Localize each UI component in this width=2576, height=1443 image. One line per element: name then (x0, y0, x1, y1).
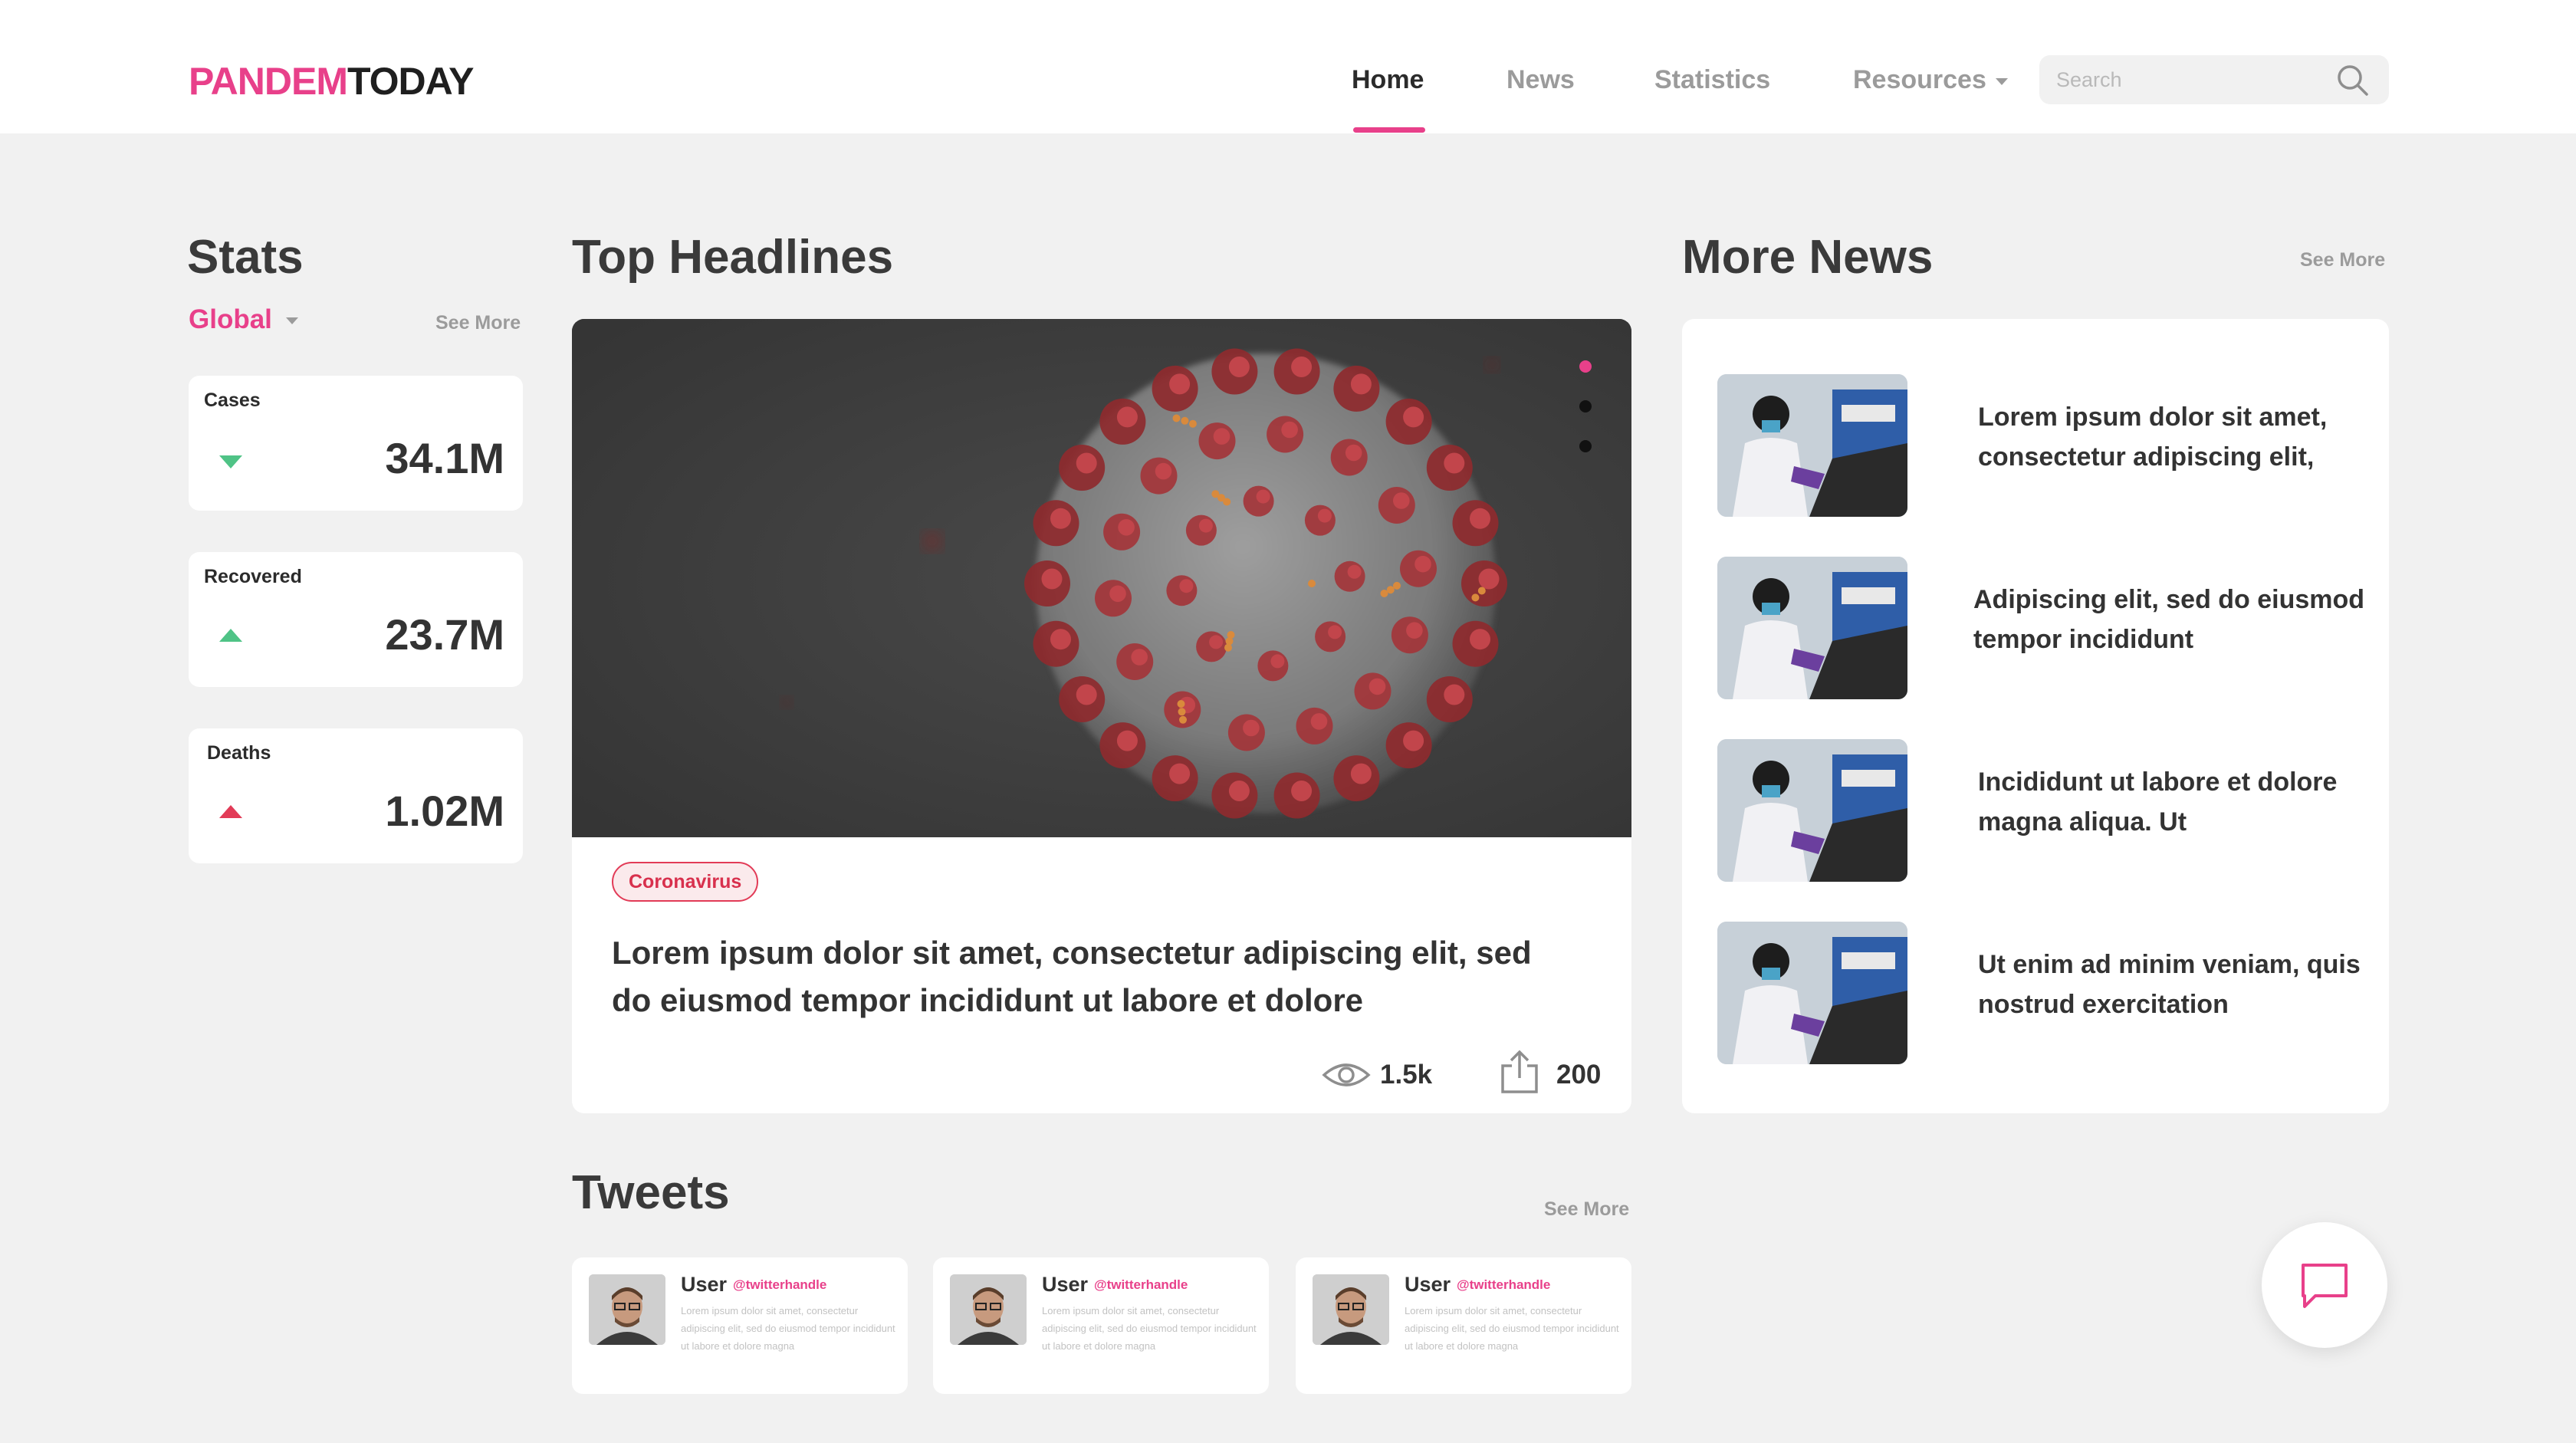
search-icon[interactable] (2335, 63, 2371, 98)
news-headline: Ut enim ad minim veniam, quis nostrud ex… (1978, 950, 2361, 1019)
stats-title: Stats (187, 231, 304, 284)
brand-logo-part2: TODAY (347, 60, 475, 103)
stat-label: Recovered (204, 566, 302, 587)
triangle-up-icon (219, 629, 242, 642)
more-news-card: Lorem ipsum dolor sit amet, consectetur … (1682, 319, 2389, 1113)
region-dropdown[interactable]: Global (189, 304, 298, 336)
stats-see-more-link[interactable]: See More (435, 311, 521, 334)
chevron-down-icon (285, 317, 298, 325)
tweet-handle[interactable]: @twitterhandle (1457, 1277, 1550, 1293)
stat-value: 23.7M (385, 610, 504, 659)
news-headline: Incididunt ut labore et dolore magna ali… (1978, 768, 2338, 837)
tweet-card[interactable]: User @twitterhandle Lorem ipsum dolor si… (933, 1257, 1269, 1394)
avatar (950, 1274, 1027, 1345)
tweets-title: Tweets (572, 1166, 730, 1219)
chat-button[interactable] (2262, 1222, 2387, 1348)
virus-illustration (572, 319, 1631, 837)
carousel-dot-3[interactable] (1579, 440, 1592, 452)
nav-statistics[interactable]: Statistics (1654, 64, 1770, 95)
tweet-body: Lorem ipsum dolor sit amet, consectetur … (1042, 1305, 1257, 1352)
stat-value: 1.02M (385, 787, 504, 835)
nav-news[interactable]: News (1506, 64, 1575, 95)
stat-card-recovered[interactable]: Recovered 23.7M (189, 552, 523, 687)
headline-image[interactable] (572, 319, 1631, 837)
news-headline: Lorem ipsum dolor sit amet, consectetur … (1978, 403, 2328, 472)
news-item[interactable]: Incididunt ut labore et dolore magna ali… (1717, 739, 2361, 882)
stat-card-deaths[interactable]: Deaths 1.02M (189, 728, 523, 863)
search-bar (2039, 55, 2389, 104)
share-metric[interactable]: 200 (1498, 1049, 1621, 1098)
brand-logo-part1: PANDEM (189, 60, 348, 103)
carousel-dot-2[interactable] (1579, 400, 1592, 413)
chevron-down-icon (1995, 77, 2008, 85)
stat-value: 34.1M (385, 434, 504, 482)
triangle-down-icon (219, 455, 242, 468)
tweet-card[interactable]: User @twitterhandle Lorem ipsum dolor si… (1296, 1257, 1631, 1394)
views-count: 1.5k (1380, 1060, 1433, 1090)
top-navbar: PANDEMTODAY Home News Statistics Resourc… (0, 0, 2576, 133)
news-item[interactable]: Lorem ipsum dolor sit amet, consectetur … (1717, 374, 2361, 517)
news-headline: Adipiscing elit, sed do eiusmod tempor i… (1973, 585, 2365, 654)
tweet-body: Lorem ipsum dolor sit amet, consectetur … (1405, 1305, 1619, 1352)
tweet-card[interactable]: User @twitterhandle Lorem ipsum dolor si… (572, 1257, 908, 1394)
avatar (1313, 1274, 1389, 1345)
share-count: 200 (1556, 1060, 1602, 1090)
headline-card[interactable]: Coronavirus Lorem ipsum dolor sit amet, … (572, 319, 1631, 1113)
stat-label: Deaths (207, 742, 271, 764)
carousel-dot-1[interactable] (1579, 360, 1592, 373)
nav-active-indicator (1353, 127, 1425, 133)
news-thumbnail (1717, 922, 1907, 1064)
share-icon[interactable] (1498, 1049, 1541, 1095)
tweet-handle[interactable]: @twitterhandle (733, 1277, 826, 1293)
news-thumbnail (1717, 557, 1907, 699)
nav-home[interactable]: Home (1352, 64, 1424, 95)
tweet-user[interactable]: User (1405, 1273, 1451, 1297)
headline-title[interactable]: Lorem ipsum dolor sit amet, consectetur … (612, 929, 1532, 1024)
nav-resources[interactable]: Resources (1853, 64, 2008, 95)
avatar (589, 1274, 665, 1345)
news-thumbnail (1717, 374, 1907, 517)
news-thumbnail (1717, 739, 1907, 882)
tweets-see-more-link[interactable]: See More (1544, 1198, 1629, 1221)
tweet-handle[interactable]: @twitterhandle (1094, 1277, 1188, 1293)
triangle-up-icon (219, 805, 242, 818)
more-news-see-more-link[interactable]: See More (2300, 248, 2385, 271)
region-dropdown-value: Global (189, 304, 272, 334)
chat-icon (2302, 1264, 2348, 1308)
search-input[interactable] (2056, 64, 2332, 95)
headlines-title: Top Headlines (572, 231, 894, 284)
tweet-user[interactable]: User (1042, 1273, 1088, 1297)
category-tag[interactable]: Coronavirus (612, 862, 759, 902)
stat-card-cases[interactable]: Cases 34.1M (189, 376, 523, 511)
tweet-body: Lorem ipsum dolor sit amet, consectetur … (681, 1305, 895, 1352)
brand-logo[interactable]: PANDEMTODAY (189, 58, 475, 104)
tweet-user[interactable]: User (681, 1273, 727, 1297)
stat-label: Cases (204, 390, 261, 411)
news-item[interactable]: Ut enim ad minim veniam, quis nostrud ex… (1717, 922, 2361, 1064)
news-item[interactable]: Adipiscing elit, sed do eiusmod tempor i… (1717, 557, 2364, 699)
nav-resources-label: Resources (1853, 65, 1986, 94)
eye-icon (1322, 1063, 1371, 1086)
more-news-title: More News (1682, 231, 1934, 284)
views-metric: 1.5k (1322, 1049, 1444, 1098)
